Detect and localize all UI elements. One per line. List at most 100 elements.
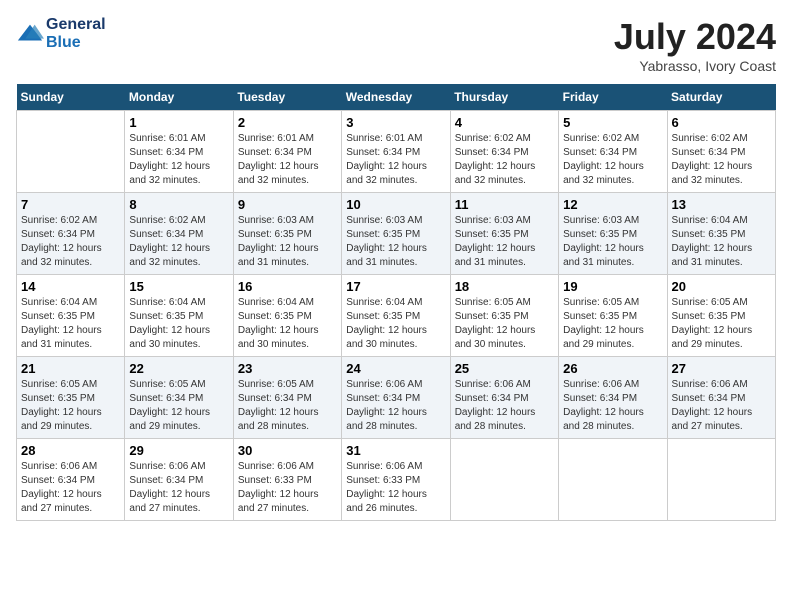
day-header-sunday: Sunday xyxy=(17,84,125,111)
day-number: 13 xyxy=(672,197,771,212)
day-number: 3 xyxy=(346,115,445,130)
day-number: 20 xyxy=(672,279,771,294)
day-number: 9 xyxy=(238,197,337,212)
day-cell xyxy=(450,439,558,521)
day-header-thursday: Thursday xyxy=(450,84,558,111)
day-cell: 29 Sunrise: 6:06 AMSunset: 6:34 PMDayligh… xyxy=(125,439,233,521)
day-cell xyxy=(559,439,667,521)
day-cell: 26Sunrise: 6:06 AMSunset: 6:34 PMDayligh… xyxy=(559,357,667,439)
day-cell: 15Sunrise: 6:04 AMSunset: 6:35 PMDayligh… xyxy=(125,275,233,357)
day-number: 23 xyxy=(238,361,337,376)
day-info: Sunrise: 6:06 AMSunset: 6:34 PMDaylight:… xyxy=(455,378,554,434)
day-cell: 10Sunrise: 6:03 AMSunset: 6:35 PMDayligh… xyxy=(342,193,450,275)
day-cell: 6Sunrise: 6:02 AMSunset: 6:34 PMDaylight… xyxy=(667,111,775,193)
location: Yabrasso, Ivory Coast xyxy=(614,58,776,74)
day-info: Sunrise: 6:02 AMSunset: 6:34 PMDaylight:… xyxy=(563,132,662,188)
week-row-5: 28 Sunrise: 6:06 AMSunset: 6:34 PMDayligh… xyxy=(17,439,776,521)
week-row-4: 21 Sunrise: 6:05 AMSunset: 6:35 PMDayligh… xyxy=(17,357,776,439)
title-area: July 2024 Yabrasso, Ivory Coast xyxy=(614,16,776,74)
day-number: 31 xyxy=(346,443,445,458)
day-cell: 30Sunrise: 6:06 AMSunset: 6:33 PMDayligh… xyxy=(233,439,341,521)
day-info: Sunrise: 6:01 AMSunset: 6:34 PMDaylight:… xyxy=(238,132,337,188)
day-number: 11 xyxy=(455,197,554,212)
header-row: SundayMondayTuesdayWednesdayThursdayFrid… xyxy=(17,84,776,111)
week-row-1: 1Sunrise: 6:01 AMSunset: 6:34 PMDaylight… xyxy=(17,111,776,193)
day-info: Sunrise: 6:05 AMSunset: 6:35 PMDaylight:… xyxy=(563,296,662,352)
calendar-table: SundayMondayTuesdayWednesdayThursdayFrid… xyxy=(16,84,776,521)
day-cell: 13 Sunrise: 6:04 AMSunset: 6:35 PMDayligh… xyxy=(667,193,775,275)
day-cell: 5 Sunrise: 6:02 AMSunset: 6:34 PMDaylight… xyxy=(559,111,667,193)
day-cell: 25 Sunrise: 6:06 AMSunset: 6:34 PMDayligh… xyxy=(450,357,558,439)
day-info: Sunrise: 6:02 AMSunset: 6:34 PMDaylight:… xyxy=(455,132,554,188)
day-info: Sunrise: 6:03 AMSunset: 6:35 PMDaylight:… xyxy=(455,214,554,270)
day-info: Sunrise: 6:02 AMSunset: 6:34 PMDaylight:… xyxy=(672,132,771,188)
day-info: Sunrise: 6:03 AMSunset: 6:35 PMDaylight:… xyxy=(563,214,662,270)
month-year: July 2024 xyxy=(614,16,776,58)
day-cell: 16 Sunrise: 6:04 AMSunset: 6:35 PMDayligh… xyxy=(233,275,341,357)
day-info: Sunrise: 6:06 AMSunset: 6:34 PMDaylight:… xyxy=(563,378,662,434)
day-cell: 3 Sunrise: 6:01 AMSunset: 6:34 PMDaylight… xyxy=(342,111,450,193)
day-number: 25 xyxy=(455,361,554,376)
day-header-saturday: Saturday xyxy=(667,84,775,111)
day-info: Sunrise: 6:01 AMSunset: 6:34 PMDaylight:… xyxy=(129,132,228,188)
day-number: 18 xyxy=(455,279,554,294)
day-number: 22 xyxy=(129,361,228,376)
day-header-friday: Friday xyxy=(559,84,667,111)
day-number: 4 xyxy=(455,115,554,130)
day-cell: 14Sunrise: 6:04 AMSunset: 6:35 PMDayligh… xyxy=(17,275,125,357)
day-info: Sunrise: 6:01 AMSunset: 6:34 PMDaylight:… xyxy=(346,132,445,188)
day-cell: 12 Sunrise: 6:03 AMSunset: 6:35 PMDayligh… xyxy=(559,193,667,275)
day-cell: 11 Sunrise: 6:03 AMSunset: 6:35 PMDayligh… xyxy=(450,193,558,275)
calendar-header: SundayMondayTuesdayWednesdayThursdayFrid… xyxy=(17,84,776,111)
day-number: 16 xyxy=(238,279,337,294)
day-info: Sunrise: 6:05 AMSunset: 6:35 PMDaylight:… xyxy=(21,378,120,434)
day-number: 19 xyxy=(563,279,662,294)
day-cell: 22Sunrise: 6:05 AMSunset: 6:34 PMDayligh… xyxy=(125,357,233,439)
day-header-monday: Monday xyxy=(125,84,233,111)
logo-icon xyxy=(16,20,44,48)
day-info: Sunrise: 6:04 AMSunset: 6:35 PMDaylight:… xyxy=(21,296,120,352)
day-cell: 4 Sunrise: 6:02 AMSunset: 6:34 PMDaylight… xyxy=(450,111,558,193)
day-number: 28 xyxy=(21,443,120,458)
week-row-2: 7 Sunrise: 6:02 AMSunset: 6:34 PMDaylight… xyxy=(17,193,776,275)
day-info: Sunrise: 6:04 AMSunset: 6:35 PMDaylight:… xyxy=(238,296,337,352)
day-cell: 18 Sunrise: 6:05 AMSunset: 6:35 PMDayligh… xyxy=(450,275,558,357)
day-cell: 17 Sunrise: 6:04 AMSunset: 6:35 PMDayligh… xyxy=(342,275,450,357)
day-number: 27 xyxy=(672,361,771,376)
day-info: Sunrise: 6:03 AMSunset: 6:35 PMDaylight:… xyxy=(238,214,337,270)
day-info: Sunrise: 6:06 AMSunset: 6:33 PMDaylight:… xyxy=(346,460,445,516)
day-info: Sunrise: 6:02 AMSunset: 6:34 PMDaylight:… xyxy=(129,214,228,270)
day-info: Sunrise: 6:05 AMSunset: 6:35 PMDaylight:… xyxy=(455,296,554,352)
day-number: 21 xyxy=(21,361,120,376)
day-number: 29 xyxy=(129,443,228,458)
day-info: Sunrise: 6:05 AMSunset: 6:34 PMDaylight:… xyxy=(238,378,337,434)
day-cell: 2 Sunrise: 6:01 AMSunset: 6:34 PMDaylight… xyxy=(233,111,341,193)
day-cell: 28 Sunrise: 6:06 AMSunset: 6:34 PMDayligh… xyxy=(17,439,125,521)
day-cell: 9 Sunrise: 6:03 AMSunset: 6:35 PMDaylight… xyxy=(233,193,341,275)
day-number: 10 xyxy=(346,197,445,212)
day-info: Sunrise: 6:06 AMSunset: 6:34 PMDaylight:… xyxy=(21,460,120,516)
day-cell: 8Sunrise: 6:02 AMSunset: 6:34 PMDaylight… xyxy=(125,193,233,275)
day-info: Sunrise: 6:04 AMSunset: 6:35 PMDaylight:… xyxy=(672,214,771,270)
day-number: 24 xyxy=(346,361,445,376)
calendar-body: 1Sunrise: 6:01 AMSunset: 6:34 PMDaylight… xyxy=(17,111,776,521)
day-info: Sunrise: 6:04 AMSunset: 6:35 PMDaylight:… xyxy=(346,296,445,352)
day-number: 5 xyxy=(563,115,662,130)
day-number: 7 xyxy=(21,197,120,212)
day-cell xyxy=(667,439,775,521)
day-cell: 20Sunrise: 6:05 AMSunset: 6:35 PMDayligh… xyxy=(667,275,775,357)
day-cell xyxy=(17,111,125,193)
day-cell: 27 Sunrise: 6:06 AMSunset: 6:34 PMDayligh… xyxy=(667,357,775,439)
day-header-wednesday: Wednesday xyxy=(342,84,450,111)
day-cell: 19 Sunrise: 6:05 AMSunset: 6:35 PMDayligh… xyxy=(559,275,667,357)
day-number: 17 xyxy=(346,279,445,294)
logo: General Blue xyxy=(16,16,106,52)
day-info: Sunrise: 6:06 AMSunset: 6:33 PMDaylight:… xyxy=(238,460,337,516)
day-number: 12 xyxy=(563,197,662,212)
logo-text-line2: Blue xyxy=(46,34,106,52)
day-info: Sunrise: 6:06 AMSunset: 6:34 PMDaylight:… xyxy=(129,460,228,516)
day-cell: 23 Sunrise: 6:05 AMSunset: 6:34 PMDayligh… xyxy=(233,357,341,439)
day-info: Sunrise: 6:06 AMSunset: 6:34 PMDaylight:… xyxy=(672,378,771,434)
day-number: 2 xyxy=(238,115,337,130)
day-cell: 1Sunrise: 6:01 AMSunset: 6:34 PMDaylight… xyxy=(125,111,233,193)
